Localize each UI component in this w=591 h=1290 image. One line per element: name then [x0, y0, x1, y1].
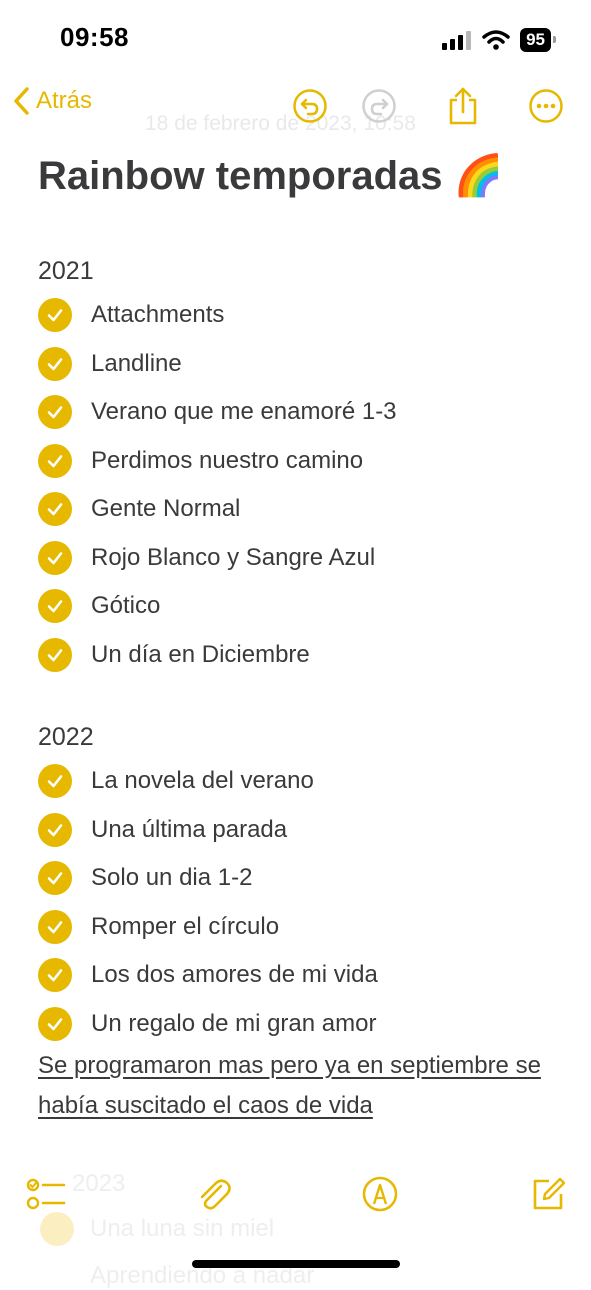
home-indicator[interactable]: [192, 1260, 400, 1268]
checklist-item-label: Un regalo de mi gran amor: [91, 1009, 377, 1037]
checklist-item[interactable]: Un día en Diciembre: [38, 631, 558, 680]
checkmark-circle-icon[interactable]: [38, 909, 72, 944]
checklist-item-label: Romper el círculo: [91, 912, 280, 940]
checklist-item[interactable]: Una última parada: [38, 806, 558, 855]
chevron-left-icon: [14, 87, 29, 115]
checklist-item[interactable]: Solo un dia 1-2: [38, 854, 558, 903]
checklist-item-label: Un día en Diciembre: [91, 640, 310, 668]
checkmark-circle-icon[interactable]: [38, 958, 72, 993]
redo-icon: [362, 89, 396, 123]
checklist-item-label: Perdimos nuestro camino: [91, 446, 364, 474]
markup-pen-icon: [362, 1176, 398, 1212]
navigation-bar: Atrás: [0, 80, 591, 132]
underlined-note: Se programaron mas pero ya en septiembre…: [38, 1052, 541, 1119]
checkmark-circle-icon[interactable]: [38, 861, 72, 896]
more-icon: [529, 89, 563, 123]
markup-button[interactable]: [358, 1172, 402, 1216]
back-label: Atrás: [36, 87, 93, 114]
checklist-item-label: Gente Normal: [91, 495, 241, 523]
back-button[interactable]: Atrás: [12, 86, 92, 116]
checklist-item[interactable]: Gótico: [38, 582, 558, 631]
checklist-item[interactable]: Un regalo de mi gran amor: [38, 1000, 558, 1049]
checklist-item-label: La novela del verano: [91, 767, 314, 795]
checklist-item[interactable]: Landline: [38, 340, 558, 389]
undo-icon: [293, 89, 327, 123]
compose-icon: [533, 1177, 566, 1210]
bottom-toolbar: [0, 1170, 591, 1220]
wifi-icon: [482, 30, 510, 50]
checklist-item[interactable]: Rojo Blanco y Sangre Azul: [38, 534, 558, 583]
checkmark-circle-icon[interactable]: [38, 540, 72, 575]
checklist-item[interactable]: Los dos amores de mi vida: [38, 951, 558, 1000]
compose-button[interactable]: [526, 1172, 570, 1216]
checklist-item[interactable]: Verano que me enamoré 1-3: [38, 388, 558, 437]
checkmark-circle-icon[interactable]: [38, 589, 72, 624]
checklist-item-label: Gótico: [91, 592, 161, 620]
checklist-2022: La novela del verano Una última parada S…: [38, 757, 558, 1048]
checkmark-circle-icon[interactable]: [38, 637, 72, 672]
redo-button[interactable]: [359, 86, 399, 126]
checklist-item[interactable]: Perdimos nuestro camino: [38, 437, 558, 486]
checklist-item[interactable]: La novela del verano: [38, 757, 558, 806]
checklist-item-label: Rojo Blanco y Sangre Azul: [91, 543, 376, 571]
checklist-2021: Attachments Landline Verano que me enamo…: [38, 291, 558, 679]
attach-button[interactable]: [192, 1172, 236, 1216]
battery-indicator: 95: [520, 28, 556, 52]
checklist-item-label: Los dos amores de mi vida: [91, 961, 378, 989]
share-button[interactable]: [443, 86, 483, 126]
checkmark-circle-icon[interactable]: [38, 346, 72, 381]
note-title-text: Rainbow temporadas: [38, 154, 443, 198]
paperclip-icon: [200, 1179, 231, 1210]
checkmark-circle-icon[interactable]: [38, 492, 72, 527]
checkmark-circle-icon[interactable]: [38, 298, 72, 333]
checkmark-circle-icon[interactable]: [38, 443, 72, 478]
checklist-item[interactable]: Attachments: [38, 291, 558, 340]
checklist-item-label: Attachments: [91, 301, 225, 329]
note-title: Rainbow temporadas 🌈: [38, 150, 558, 202]
checklist-button[interactable]: [24, 1172, 68, 1216]
cellular-signal-icon: [442, 31, 472, 50]
share-icon: [449, 87, 477, 125]
note-body[interactable]: Rainbow temporadas 🌈 2021 Attachments La…: [38, 150, 558, 1126]
undo-button[interactable]: [290, 86, 330, 126]
checkmark-circle-icon[interactable]: [38, 1006, 72, 1041]
checklist-item[interactable]: Romper el círculo: [38, 903, 558, 952]
checkmark-circle-icon[interactable]: [38, 812, 72, 847]
checkmark-circle-icon[interactable]: [38, 395, 72, 430]
status-icons: 95: [442, 26, 556, 54]
checklist-item-label: Solo un dia 1-2: [91, 864, 253, 892]
status-time: 09:58: [60, 22, 129, 52]
checklist-icon: [26, 1178, 66, 1210]
checklist-item-label: Verano que me enamoré 1-3: [91, 398, 397, 426]
section-year-2022: 2022: [38, 723, 94, 751]
more-button[interactable]: [526, 86, 566, 126]
checklist-item[interactable]: Gente Normal: [38, 485, 558, 534]
section-year-2021: 2021: [38, 257, 94, 285]
checklist-item-label: Landline: [91, 349, 182, 377]
checklist-item-label: Una última parada: [91, 815, 288, 843]
checkmark-circle-icon[interactable]: [38, 764, 72, 799]
rainbow-emoji: 🌈: [453, 154, 504, 198]
status-bar: 09:58 95: [0, 0, 591, 80]
